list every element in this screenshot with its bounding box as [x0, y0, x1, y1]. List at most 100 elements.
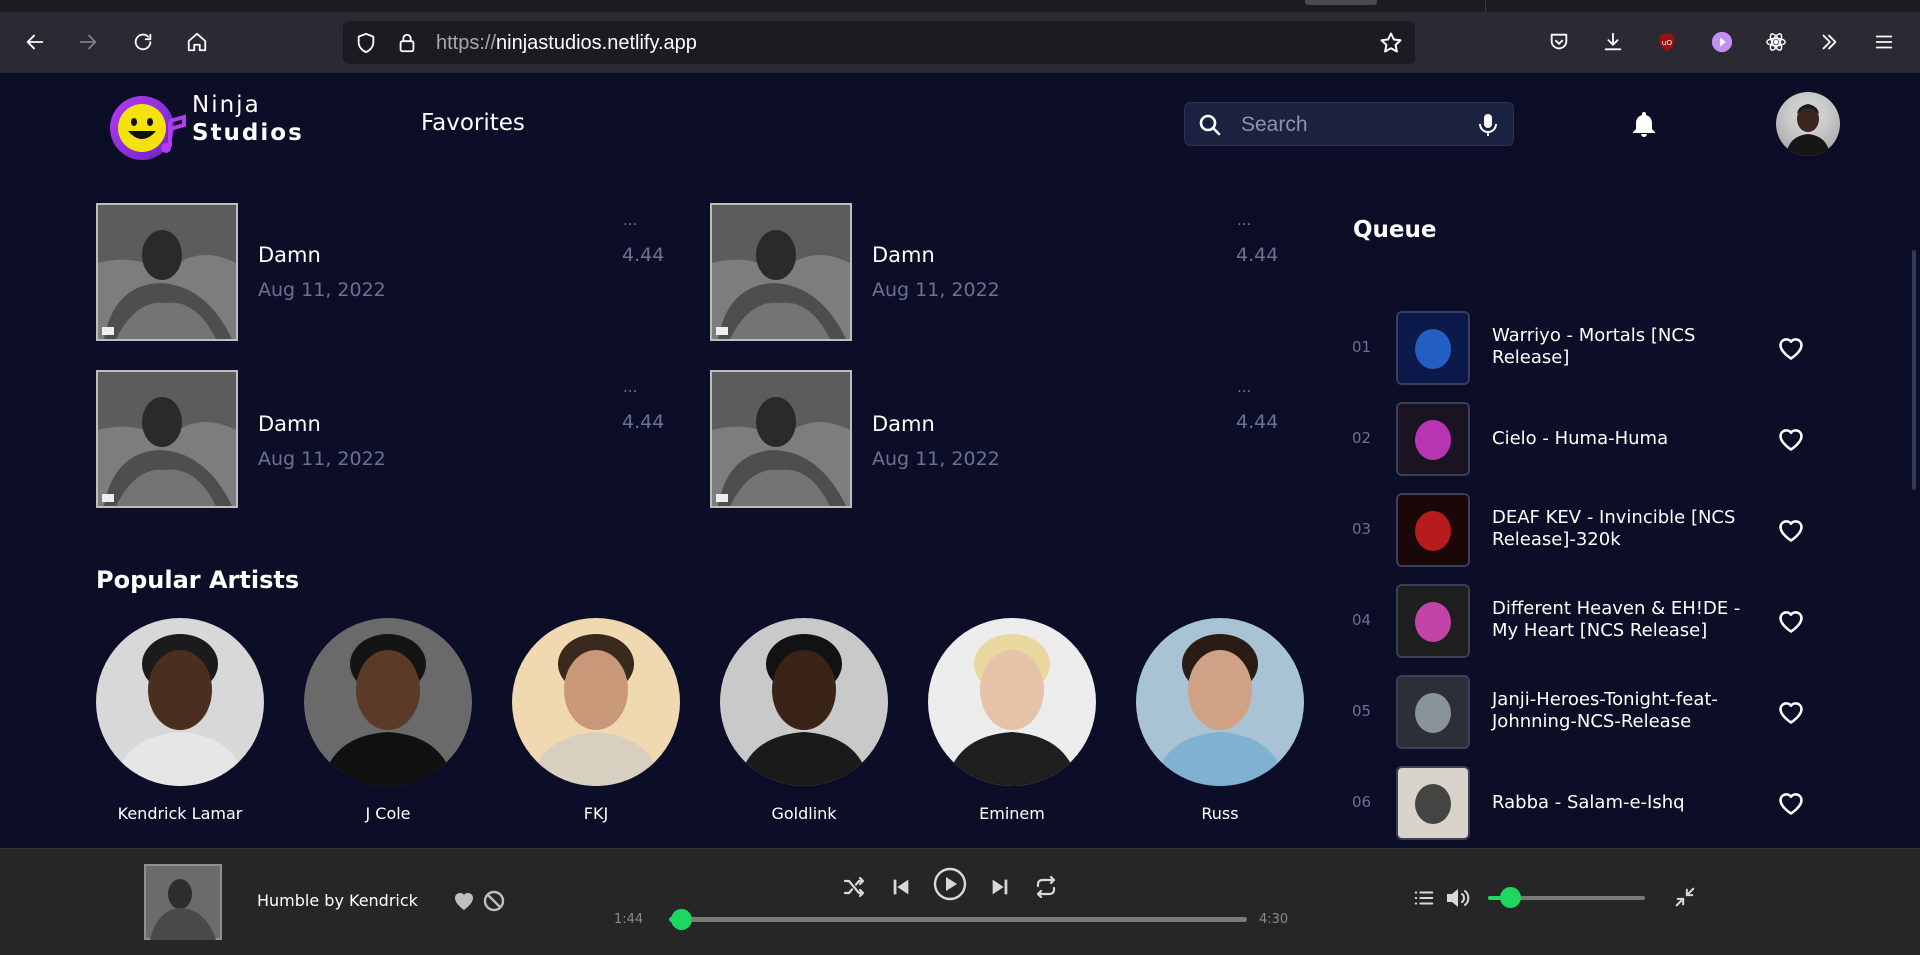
volume-handle[interactable] [1499, 887, 1521, 908]
shuffle-button[interactable] [842, 875, 866, 899]
queue-title: Different Heaven & EH!DE - My Heart [NCS… [1492, 598, 1741, 641]
favorite-card[interactable]: Damn Aug 11, 2022... 4.44 [96, 370, 676, 510]
popular-artists-heading: Popular Artists [96, 566, 300, 594]
queue-item[interactable]: 05 Janji-Heroes-Tonight-feat-Johnning-NCS… [1352, 671, 1812, 755]
queue-thumbnail[interactable] [1396, 675, 1470, 749]
now-playing-cover[interactable] [144, 864, 222, 940]
lock-icon[interactable] [396, 32, 418, 54]
back-arrow-icon [26, 34, 44, 50]
artist-photo[interactable] [96, 618, 264, 786]
search-input[interactable] [1241, 111, 1461, 139]
favorite-title: Damn [872, 412, 935, 436]
queue-thumbnail[interactable] [1396, 402, 1470, 476]
album-cover[interactable] [96, 203, 238, 341]
heart-outline-icon[interactable] [1777, 699, 1805, 725]
elapsed-time: 1:44 [614, 912, 644, 927]
more-options-icon[interactable]: ... [1237, 378, 1251, 396]
more-options-icon[interactable]: ... [623, 211, 637, 229]
queue-index: 05 [1352, 702, 1372, 720]
previous-button[interactable] [890, 876, 912, 898]
url-text[interactable]: https://ninjastudios.netlify.app [436, 32, 697, 55]
artist-card[interactable]: Goldlink [719, 618, 889, 828]
app-menu-button[interactable] [1866, 24, 1902, 60]
volume-slider[interactable] [1488, 887, 1645, 908]
back-button[interactable] [17, 24, 53, 60]
url-protocol: https:// [436, 32, 497, 54]
queue-item[interactable]: 01 Warriyo - Mortals [NCS Release] [1352, 307, 1812, 391]
artist-card[interactable]: J Cole [303, 618, 473, 828]
artist-card[interactable]: Russ [1135, 618, 1305, 828]
media-extension-button[interactable] [1704, 24, 1740, 60]
queue-item[interactable]: 06 Rabba - Salam-e-Ishq [1352, 762, 1812, 846]
artist-name: Eminem [979, 804, 1045, 823]
more-options-icon[interactable]: ... [1237, 211, 1251, 229]
bookmark-star-icon[interactable] [1379, 31, 1403, 55]
heart-outline-icon[interactable] [1777, 517, 1805, 543]
next-button[interactable] [989, 876, 1011, 898]
album-cover[interactable] [710, 370, 852, 508]
repeat-button[interactable] [1034, 875, 1058, 899]
user-avatar[interactable] [1776, 92, 1840, 156]
more-tools-button[interactable] [1811, 24, 1847, 60]
artist-card[interactable]: Kendrick Lamar [95, 618, 265, 828]
artist-photo[interactable] [304, 618, 472, 786]
ublock-extension-button[interactable]: uO [1649, 24, 1685, 60]
favorite-card[interactable]: Damn Aug 11, 2022... 4.44 [710, 370, 1290, 510]
volume-icon[interactable] [1445, 886, 1471, 910]
artist-photo[interactable] [928, 618, 1096, 786]
ublock-icon: uO [1659, 32, 1675, 52]
album-cover[interactable] [96, 370, 238, 508]
progress-bar[interactable] [669, 909, 1247, 930]
ninja-studios-logo[interactable] [108, 93, 190, 163]
home-button[interactable] [179, 24, 215, 60]
progress-handle[interactable] [670, 909, 692, 930]
queue-list-icon[interactable] [1413, 887, 1435, 909]
search-box[interactable] [1184, 102, 1514, 146]
react-devtools-button[interactable] [1758, 24, 1794, 60]
artist-card[interactable]: FKJ [511, 618, 681, 828]
active-tab-indicator[interactable] [1305, 0, 1377, 5]
heart-outline-icon[interactable] [1777, 426, 1805, 452]
more-options-icon[interactable]: ... [623, 378, 637, 396]
heart-outline-icon[interactable] [1777, 608, 1805, 634]
downloads-button[interactable] [1595, 24, 1631, 60]
queue-thumbnail[interactable] [1396, 311, 1470, 385]
artist-photo[interactable] [720, 618, 888, 786]
play-button[interactable] [933, 867, 967, 901]
queue-item[interactable]: 03 DEAF KEV - Invincible [NCS Release]-32… [1352, 489, 1812, 573]
page-scrollbar[interactable] [1912, 250, 1916, 490]
album-cover[interactable] [710, 203, 852, 341]
queue-thumbnail[interactable] [1396, 584, 1470, 658]
queue-index: 02 [1352, 429, 1372, 447]
pocket-button[interactable] [1541, 24, 1577, 60]
notification-bell-icon[interactable] [1631, 110, 1657, 138]
nav-favorites-link[interactable]: Favorites [421, 110, 525, 136]
queue-index: 06 [1352, 793, 1372, 811]
artist-photo[interactable] [512, 618, 680, 786]
search-icon [1199, 114, 1221, 136]
address-bar[interactable]: https://ninjastudios.netlify.app [343, 21, 1415, 64]
favorite-card[interactable]: Damn Aug 11, 2022... 4.44 [710, 203, 1290, 343]
queue-item[interactable]: 02 Cielo - Huma-Huma [1352, 398, 1812, 482]
heart-outline-icon[interactable] [1777, 335, 1805, 361]
block-icon[interactable] [482, 889, 506, 913]
heart-outline-icon[interactable] [1777, 790, 1805, 816]
svg-text:uO: uO [1662, 38, 1673, 47]
queue-thumbnail[interactable] [1396, 766, 1470, 840]
artist-card[interactable]: Eminem [927, 618, 1097, 828]
home-icon [187, 32, 207, 52]
like-heart-icon[interactable] [452, 889, 476, 913]
reload-button[interactable] [125, 24, 161, 60]
favorite-card[interactable]: Damn Aug 11, 2022... 4.44 [96, 203, 676, 343]
favorite-date: Aug 11, 2022 [872, 279, 1000, 301]
artist-photo[interactable] [1136, 618, 1304, 786]
forward-button[interactable] [70, 24, 106, 60]
shield-icon[interactable] [355, 32, 377, 54]
microphone-icon[interactable] [1477, 113, 1499, 137]
brand-name-line2: Studios [192, 120, 304, 146]
queue-item[interactable]: 04 Different Heaven & EH!DE - My Heart [N… [1352, 580, 1812, 664]
queue-thumbnail[interactable] [1396, 493, 1470, 567]
tab-separator [1485, 0, 1486, 12]
hamburger-icon [1875, 35, 1893, 49]
minimize-player-icon[interactable] [1674, 886, 1696, 908]
